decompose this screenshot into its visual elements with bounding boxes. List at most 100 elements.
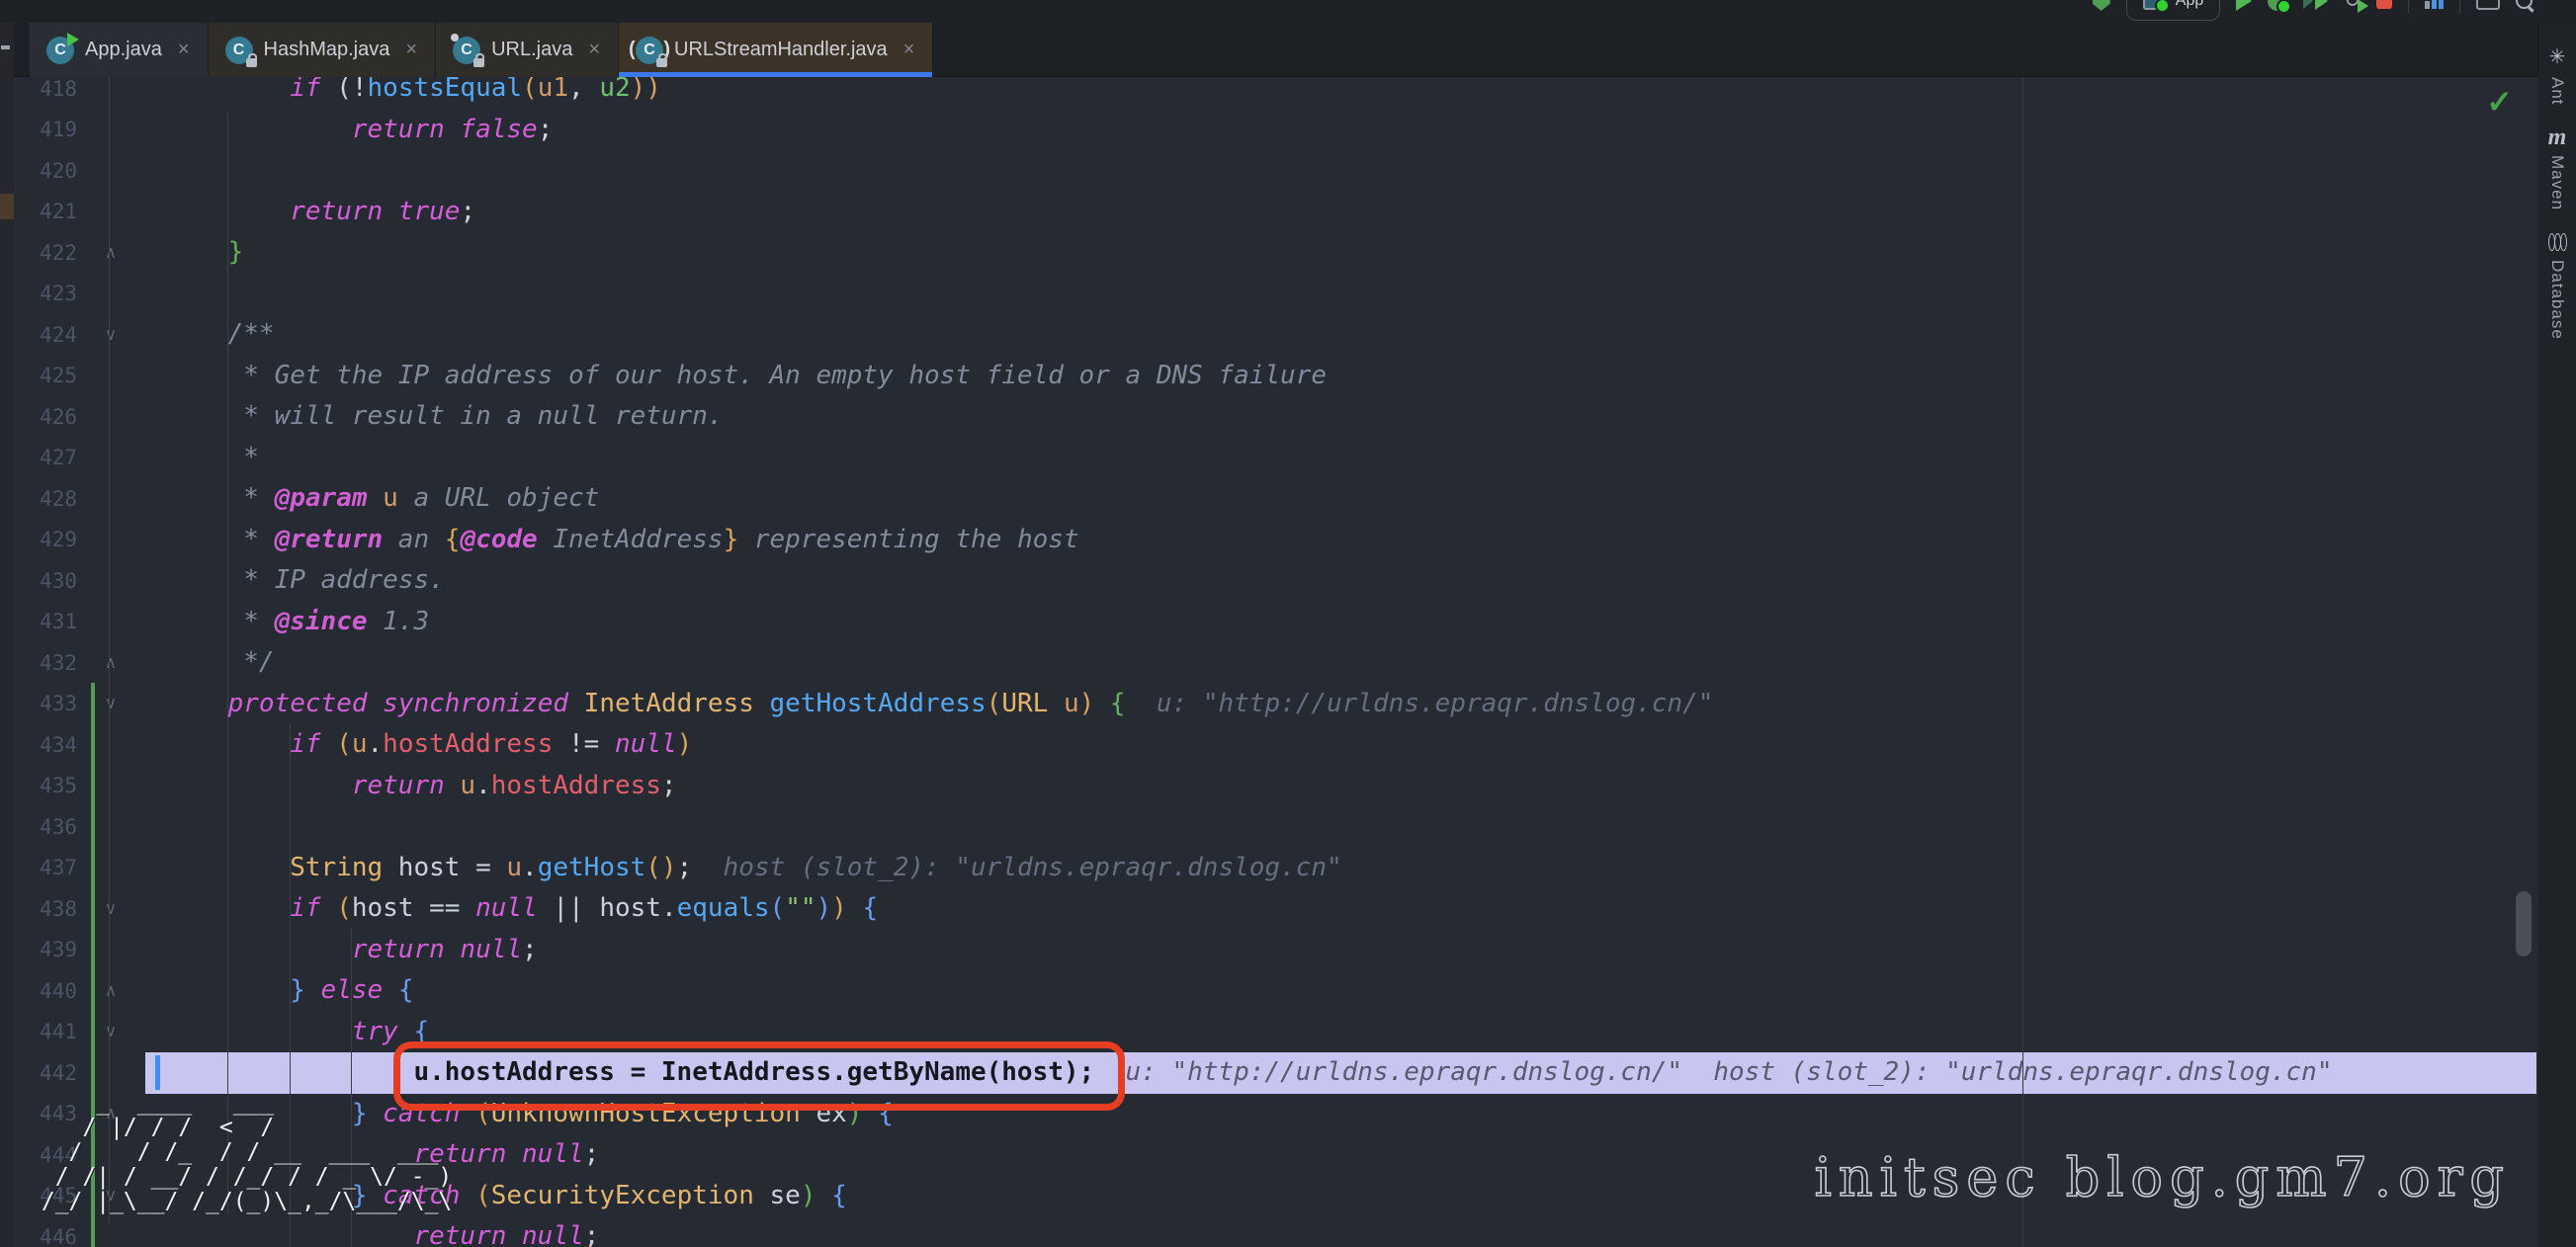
- code-line: 427 *: [14, 438, 2538, 479]
- stop-button[interactable]: [2376, 0, 2392, 9]
- code-text: } else {: [125, 970, 413, 1012]
- line-number[interactable]: 441: [14, 1020, 77, 1043]
- code-text: return null;: [125, 930, 538, 971]
- line-number[interactable]: 430: [14, 569, 77, 593]
- code-line: 433∨ protected synchronized InetAddress …: [14, 684, 2538, 725]
- code-line: 438 ∨ if (host == null || host.equals("")…: [14, 888, 2538, 930]
- tab-hashmap-java[interactable]: CHashMap.java×: [209, 23, 437, 77]
- tab-url-java[interactable]: CURL.java×: [436, 23, 619, 77]
- code-line: 435 return u.hostAddress;: [14, 766, 2538, 807]
- splitter-handle[interactable]: [1, 45, 10, 49]
- code-text: * will result in a null return.: [125, 396, 724, 438]
- code-line: 429 * @return an {@code InetAddress} rep…: [14, 520, 2538, 561]
- debug-button[interactable]: [2268, 0, 2287, 11]
- code-line: 420: [14, 150, 2538, 192]
- code-line: 421 return true;: [14, 192, 2538, 233]
- code-text: *: [125, 438, 259, 479]
- code-line: 439 return null;: [14, 930, 2538, 971]
- line-number[interactable]: 437: [14, 856, 77, 879]
- fold-down-icon[interactable]: ∨: [97, 325, 125, 345]
- monitor-icon[interactable]: [2476, 0, 2500, 10]
- code-text: if (host == null || host.equals("")) {: [125, 888, 878, 930]
- rerun-button[interactable]: ↻: [2344, 0, 2361, 11]
- line-number[interactable]: 423: [14, 282, 77, 305]
- ascii-art-watermark: _ ____ ___ / |/ / / < / / / /_ / / __ __…: [28, 1091, 452, 1214]
- code-line: 437 String host = u.getHost(); host (slo…: [14, 848, 2538, 889]
- run-config-label: App: [2176, 0, 2203, 10]
- code-line: 423: [14, 274, 2538, 315]
- class-icon: C: [45, 36, 75, 65]
- change-stripe-mark: [0, 194, 14, 219]
- code-line: 430 * IP address.: [14, 560, 2538, 602]
- tab-label: App.java: [85, 39, 162, 61]
- line-number[interactable]: 426: [14, 405, 77, 429]
- search-icon[interactable]: [2516, 0, 2533, 9]
- line-number[interactable]: 446: [14, 1225, 77, 1247]
- line-number[interactable]: 433: [14, 692, 77, 715]
- line-number[interactable]: 438: [14, 897, 77, 921]
- toolbar-separator: [2408, 0, 2409, 14]
- shield-icon[interactable]: [2093, 0, 2110, 11]
- line-number[interactable]: 431: [14, 610, 77, 633]
- code-text: /**: [125, 314, 275, 356]
- line-number[interactable]: 442: [14, 1061, 77, 1085]
- fold-down-icon[interactable]: ∨: [97, 899, 125, 919]
- code-line: 422 ∧ }: [14, 232, 2538, 274]
- close-icon[interactable]: ×: [903, 39, 915, 61]
- run-button[interactable]: [2236, 0, 2252, 11]
- stripe-item-ant[interactable]: ✳Ant: [2538, 44, 2576, 106]
- code-text: if (!hostsEqual(u1, u2)): [125, 77, 661, 110]
- fold-up-icon[interactable]: ∧: [97, 653, 125, 673]
- ide-window: App ↻ CApp.java×CHashMap.java×CURL.java×…: [0, 0, 2576, 1247]
- tab-urlstreamhandler-java[interactable]: C()URLStreamHandler.java×: [619, 23, 933, 77]
- inspection-ok-icon[interactable]: ✓: [2486, 83, 2513, 121]
- line-number[interactable]: 429: [14, 528, 77, 551]
- close-icon[interactable]: ×: [178, 39, 190, 61]
- line-number[interactable]: 435: [14, 774, 77, 797]
- fold-down-icon[interactable]: ∨: [97, 1022, 125, 1041]
- line-number[interactable]: 428: [14, 487, 77, 511]
- caret: [155, 1055, 160, 1090]
- code-text: * @since 1.3: [125, 602, 429, 643]
- code-line: 440 ∧ } else {: [14, 970, 2538, 1012]
- line-number[interactable]: 432: [14, 651, 77, 675]
- code-editor[interactable]: 418 if (!hostsEqual(u1, u2))419 return f…: [14, 77, 2538, 1247]
- line-number[interactable]: 420: [14, 159, 77, 183]
- lock-icon: [473, 58, 484, 67]
- profiler-icon[interactable]: [2425, 0, 2444, 9]
- run-config-combo[interactable]: App: [2126, 0, 2220, 21]
- stripe-item-database[interactable]: Database: [2538, 232, 2576, 340]
- line-number[interactable]: 439: [14, 938, 77, 961]
- code-line: 425 * Get the IP address of our host. An…: [14, 356, 2538, 397]
- resume-button[interactable]: [2303, 0, 2328, 10]
- code-text: }: [125, 232, 243, 274]
- line-number[interactable]: 421: [14, 200, 77, 223]
- line-number[interactable]: 422: [14, 241, 77, 265]
- tab-app-java[interactable]: C App.java ×: [30, 23, 209, 77]
- line-number[interactable]: 419: [14, 118, 77, 141]
- close-icon[interactable]: ×: [405, 39, 417, 61]
- line-number[interactable]: 436: [14, 815, 77, 839]
- scrollbar-thumb[interactable]: [2516, 891, 2532, 956]
- fold-up-icon[interactable]: ∧: [97, 243, 125, 263]
- fold-up-icon[interactable]: ∧: [97, 981, 125, 1001]
- line-number[interactable]: 440: [14, 979, 77, 1003]
- line-number[interactable]: 434: [14, 733, 77, 757]
- run-toolbar: App ↻: [2093, 0, 2533, 23]
- line-number[interactable]: 418: [14, 77, 77, 101]
- code-line: 418 if (!hostsEqual(u1, u2)): [14, 77, 2538, 110]
- code-line: 441∨ try {: [14, 1012, 2538, 1053]
- line-number[interactable]: 427: [14, 446, 77, 469]
- line-number[interactable]: 424: [14, 323, 77, 347]
- tab-label: URLStreamHandler.java: [674, 39, 888, 61]
- line-number[interactable]: 425: [14, 364, 77, 387]
- code-text: if (u.hostAddress != null): [125, 724, 692, 766]
- maven-icon: m: [2548, 127, 2567, 147]
- stripe-item-maven[interactable]: mMaven: [2538, 127, 2576, 210]
- close-icon[interactable]: ×: [588, 39, 600, 61]
- left-tool-strip: [0, 23, 14, 1247]
- tab-label: HashMap.java: [264, 39, 390, 61]
- fold-down-icon[interactable]: ∨: [97, 694, 125, 713]
- tab-label: URL.java: [491, 39, 572, 61]
- monitor-icon: [2143, 0, 2167, 10]
